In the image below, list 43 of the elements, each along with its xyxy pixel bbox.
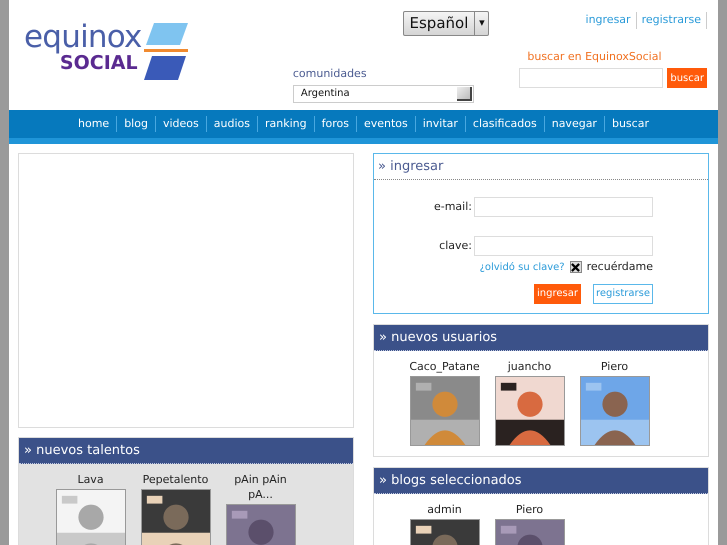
nav-link[interactable]: ranking — [256, 116, 314, 132]
user-name[interactable]: Piero — [512, 502, 548, 517]
user-name[interactable]: pAin pAin pA... — [225, 472, 296, 502]
email-field[interactable] — [474, 197, 653, 217]
user-name[interactable]: Caco_Patane — [405, 359, 484, 374]
nav-link[interactable]: audios — [206, 116, 257, 132]
nav-link[interactable]: foros — [314, 116, 356, 132]
remember-label: recuérdame — [586, 259, 653, 275]
login-link[interactable]: ingresar — [586, 12, 637, 28]
panel-title: » nuevos talentos — [24, 442, 140, 460]
search-button[interactable]: buscar — [667, 68, 707, 88]
password-field[interactable] — [474, 236, 653, 256]
nav-link[interactable]: videos — [154, 116, 206, 132]
logo-subword: SOCIAL — [60, 52, 138, 74]
communities-select[interactable]: Argentina — [292, 84, 474, 102]
user-name[interactable]: juancho — [504, 359, 556, 374]
search-field[interactable] — [519, 68, 664, 88]
email-label: e-mail: — [434, 198, 472, 215]
nav-link[interactable]: buscar — [604, 116, 656, 132]
language-select[interactable]: Español ▾ — [402, 11, 490, 36]
panel-title: » blogs seleccionados — [379, 472, 522, 490]
remember-checkbox[interactable] — [570, 261, 582, 274]
logo-word: equinox — [24, 22, 142, 52]
register-link[interactable]: registrarse — [636, 12, 707, 28]
panel-title: » ingresar — [378, 158, 444, 176]
user-name[interactable]: Pepetalento — [138, 472, 212, 487]
nav-link[interactable]: blog — [116, 116, 155, 132]
panel-title: » nuevos usuarios — [379, 328, 498, 347]
register-button[interactable]: registrarse — [592, 284, 653, 304]
user-name[interactable]: admin — [423, 502, 466, 517]
logo-icon — [144, 23, 188, 81]
communities-label: comunidades — [292, 66, 368, 82]
user-name[interactable]: Lava — [73, 472, 108, 487]
nav-link[interactable]: eventos — [356, 116, 415, 132]
nav-link[interactable]: navegar — [544, 116, 604, 132]
user-name[interactable]: Piero — [596, 359, 632, 374]
password-label: clave: — [439, 238, 472, 254]
search-label: buscar en EquinoxSocial — [527, 48, 662, 64]
nav-link[interactable]: invitar — [414, 116, 465, 132]
login-button[interactable]: ingresar — [534, 284, 581, 304]
nav-link[interactable]: home — [71, 116, 116, 132]
forgot-password-link[interactable]: ¿olvidó su clave? — [480, 260, 565, 275]
nav-link[interactable]: clasificados — [464, 116, 544, 132]
